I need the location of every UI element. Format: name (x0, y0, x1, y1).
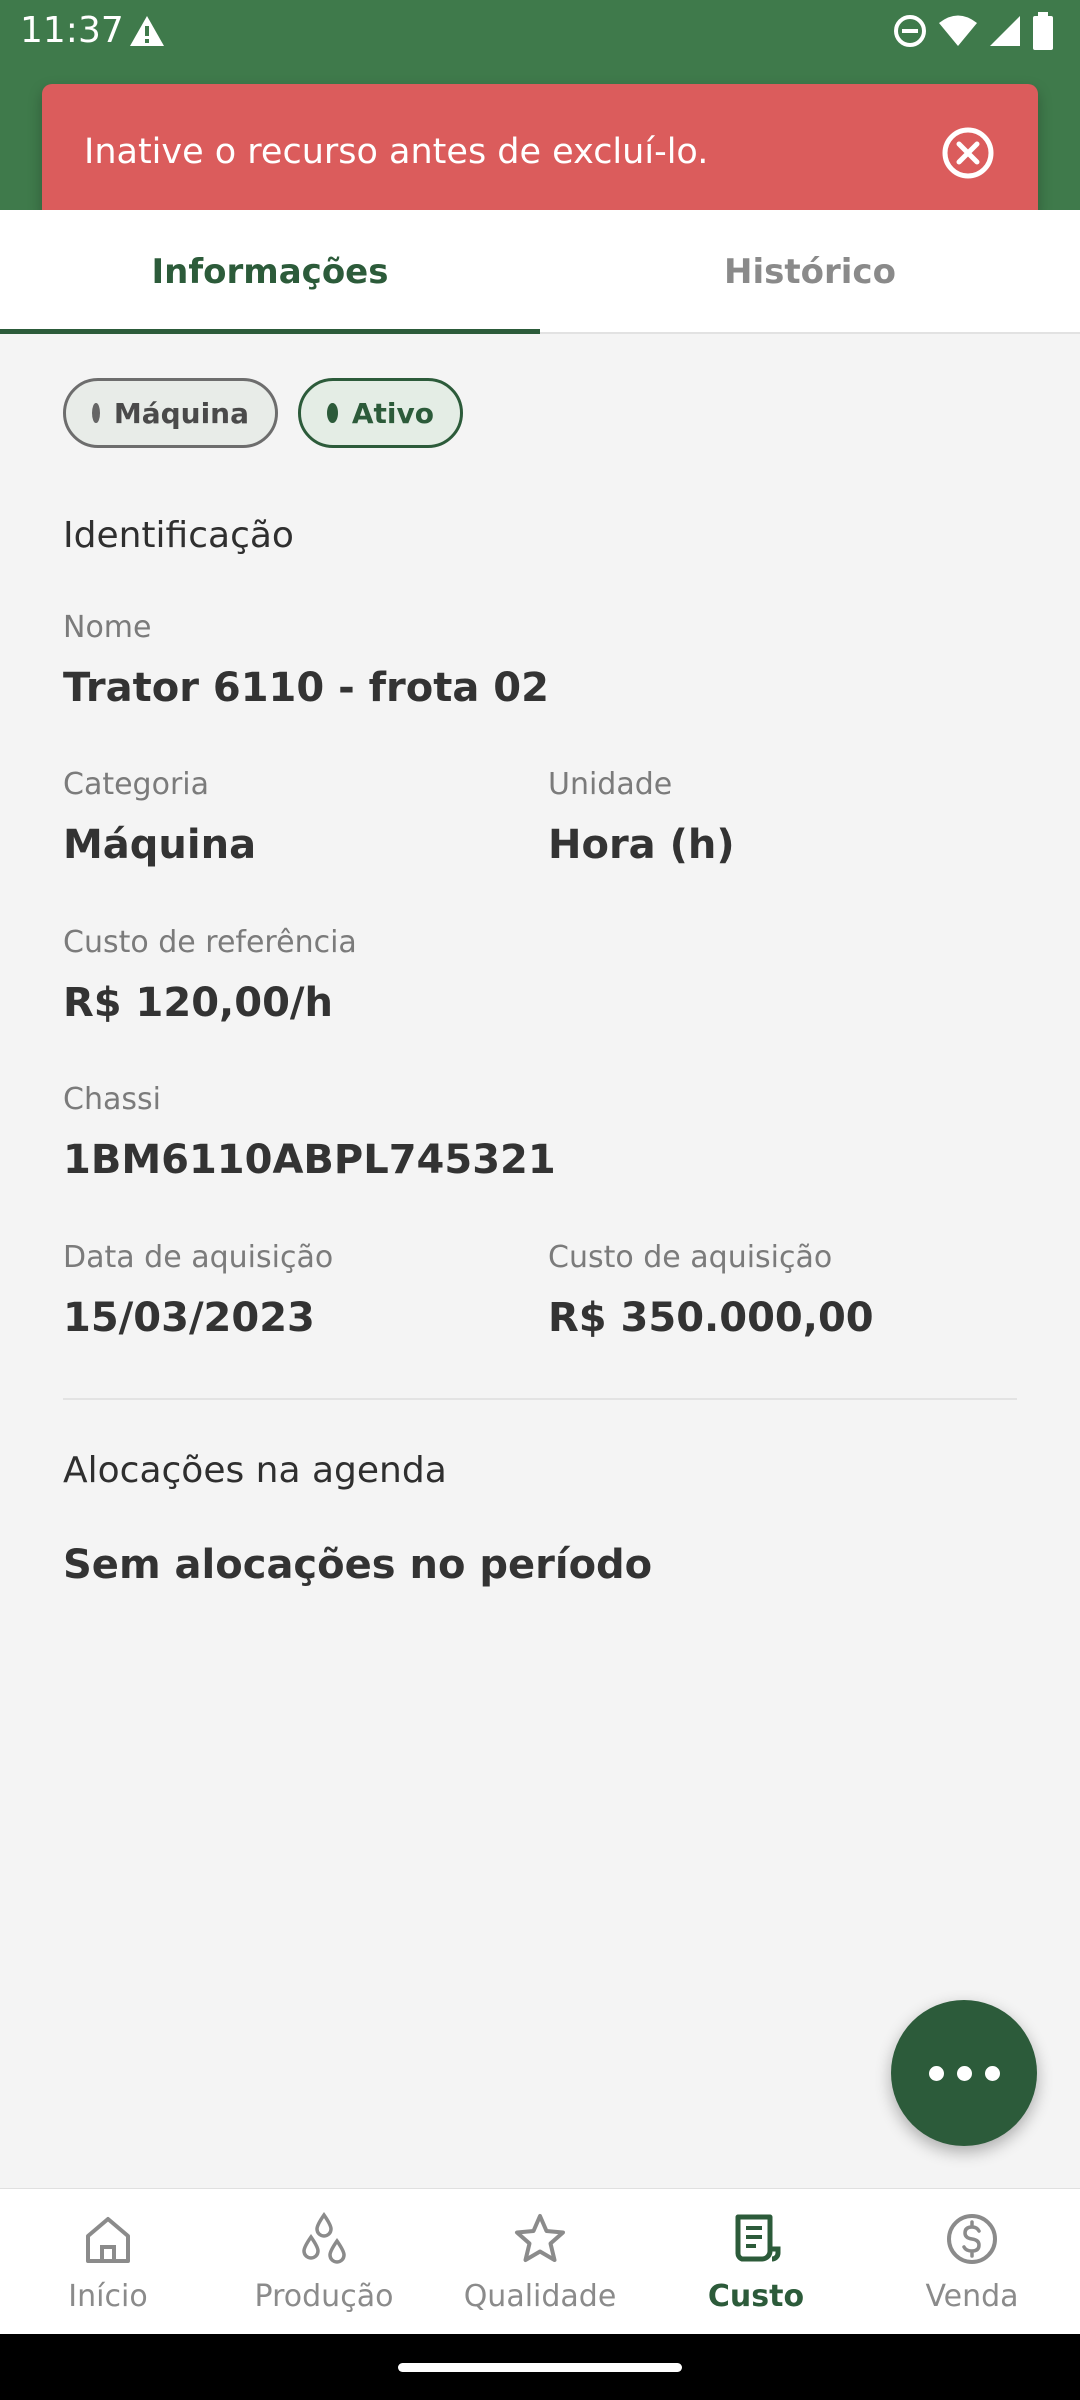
nav-item-producao[interactable]: Produção (216, 2189, 432, 2335)
warning-icon (130, 16, 164, 46)
do-not-disturb-icon (894, 15, 926, 47)
categoria-label: Categoria (63, 767, 210, 802)
chip-status-label: Ativo (351, 396, 434, 430)
allocations-title: Alocações na agenda (63, 1450, 447, 1491)
more-actions-button[interactable] (891, 2000, 1037, 2146)
nav-label: Produção (254, 2279, 394, 2314)
nav-label: Venda (925, 2279, 1019, 2314)
dollar-circle-icon (947, 2214, 997, 2264)
nav-label: Custo (707, 2279, 805, 2314)
close-circle-icon[interactable] (940, 125, 996, 181)
custo-aquisicao-label: Custo de aquisição (548, 1240, 833, 1275)
signal-icon (990, 16, 1020, 46)
toast-message: Inative o recurso antes de excluí-lo. (84, 132, 709, 172)
drops-icon (302, 2211, 346, 2264)
star-icon (515, 2214, 565, 2262)
status-icons (892, 12, 1054, 50)
nav-item-venda[interactable]: Venda (864, 2189, 1080, 2335)
nome-value: Trator 6110 - frota 02 (63, 665, 549, 711)
unidade-label: Unidade (548, 767, 673, 802)
wifi-icon (939, 15, 977, 46)
status-time: 11:37 (20, 10, 124, 51)
categoria-value: Máquina (63, 822, 257, 868)
chip-dot (92, 403, 100, 423)
active-tab-indicator (0, 329, 540, 334)
nome-label: Nome (63, 610, 152, 645)
section-divider (63, 1398, 1017, 1400)
chassi-label: Chassi (63, 1082, 161, 1117)
error-toast: Inative o recurso antes de excluí-lo. (42, 84, 1038, 220)
system-gesture-bar (0, 2334, 1080, 2400)
nav-label: Qualidade (463, 2279, 617, 2314)
home-icon (86, 2217, 130, 2263)
battery-icon (1033, 12, 1053, 50)
nav-item-custo[interactable]: Custo (648, 2189, 864, 2335)
data-aquisicao-value: 15/03/2023 (63, 1295, 315, 1341)
unidade-value: Hora (h) (548, 822, 735, 868)
fab-dot (984, 2065, 1000, 2081)
tab-bar: Informações Histórico (0, 210, 1080, 334)
receipt-icon (735, 2214, 781, 2262)
custo-aquisicao-value: R$ 350.000,00 (548, 1295, 874, 1341)
custo-referencia-value: R$ 120,00/h (63, 980, 333, 1026)
chip-category: Máquina (63, 378, 278, 448)
nav-label: Início (68, 2279, 148, 2314)
tab-informacoes[interactable]: Informações (0, 210, 540, 334)
chip-category-label: Máquina (113, 396, 249, 430)
bottom-navigation: Início Produção Qualidade Custo Venda (0, 2188, 1080, 2334)
custo-referencia-label: Custo de referência (63, 925, 357, 960)
chip-status: Ativo (298, 378, 463, 448)
identification-title: Identificação (63, 515, 294, 556)
fab-dot (928, 2065, 944, 2081)
home-gesture-handle[interactable] (398, 2363, 682, 2372)
chassi-value: 1BM6110ABPL745321 (63, 1137, 556, 1183)
nav-item-inicio[interactable]: Início (0, 2189, 216, 2335)
tab-historico[interactable]: Histórico (540, 210, 1080, 334)
allocations-empty-text: Sem alocações no período (63, 1542, 653, 1588)
data-aquisicao-label: Data de aquisição (63, 1240, 334, 1275)
status-bar: 11:37 (0, 0, 1080, 62)
chip-dot (327, 403, 338, 423)
nav-item-qualidade[interactable]: Qualidade (432, 2189, 648, 2335)
fab-dot (956, 2065, 972, 2081)
